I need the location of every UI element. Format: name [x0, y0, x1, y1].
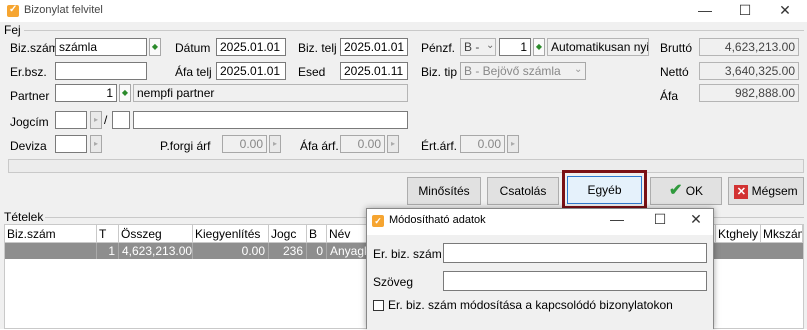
ok-button-label: OK: [685, 184, 704, 198]
cell-nev: Anyagk: [327, 243, 371, 259]
dialog-close-button[interactable]: ✕: [681, 211, 711, 228]
partner-label: Partner: [10, 89, 50, 103]
datum-label: Dátum: [175, 41, 211, 55]
minosites-button[interactable]: Minősítés: [407, 177, 481, 205]
szoveg-input[interactable]: [443, 271, 707, 291]
col-header-mkszam[interactable]: Mkszám: [761, 225, 803, 243]
jogcim-name-field[interactable]: [133, 111, 408, 129]
cell-t: 1: [97, 243, 119, 259]
deviza-picker[interactable]: ▸: [90, 135, 102, 153]
close-button[interactable]: ✕: [770, 2, 800, 19]
deviza-field[interactable]: [55, 135, 87, 153]
er-biz-szam-input[interactable]: [443, 243, 707, 263]
esed-field[interactable]: 2025.01.11: [340, 62, 408, 80]
cell-bizszam: [5, 243, 97, 259]
check-icon: ✔: [668, 182, 683, 199]
modositas-checkbox-label[interactable]: Er. biz. szám módosítása a kapcsolódó bi…: [388, 298, 673, 312]
penzf-number-field[interactable]: 1: [499, 38, 531, 56]
cell-jogc: 236: [269, 243, 307, 259]
brutto-label: Bruttó: [660, 41, 693, 55]
esed-label: Esed: [298, 65, 326, 79]
biz-telj-field[interactable]: 2025.01.01: [340, 38, 408, 56]
modosithato-adatok-dialog: ✓ Módosítható adatok — ☐ ✕ Er. biz. szám…: [366, 208, 714, 330]
maximize-button[interactable]: ☐: [730, 2, 760, 19]
ert-arf-picker[interactable]: ▸: [507, 135, 519, 153]
netto-label: Nettó: [660, 65, 689, 79]
biz-szam-field[interactable]: számla: [55, 38, 147, 56]
jogcim-picker-1[interactable]: ▸: [90, 111, 102, 129]
pforgi-field[interactable]: 0.00: [222, 135, 267, 153]
csatolas-button[interactable]: Csatolás: [487, 177, 559, 205]
deviza-label: Deviza: [10, 139, 47, 153]
partner-picker[interactable]: ◆: [119, 84, 131, 102]
col-header-b[interactable]: B: [307, 225, 327, 243]
afa-arf-picker[interactable]: ▸: [387, 135, 399, 153]
netto-value: 3,640,325.00: [699, 62, 799, 80]
jogcim-separator: /: [104, 113, 108, 127]
biz-szam-label: Biz.szám: [10, 41, 59, 55]
fej-divider: [24, 30, 804, 31]
col-header-osszeg[interactable]: Összeg: [119, 225, 193, 243]
er-bsz-label: Er.bsz.: [10, 65, 47, 79]
tetelek-section-label: Tételek: [4, 210, 44, 224]
partner-name-field: nempfi partner: [133, 84, 408, 102]
cell-kiegyenlites: 0.00: [193, 243, 269, 259]
cell-osszeg: 4,623,213.00: [119, 243, 193, 259]
jogcim-label: Jogcím: [10, 115, 49, 129]
col-header-nev[interactable]: Név: [327, 225, 367, 243]
biz-tip-select[interactable]: B - Bejövő számla: [460, 62, 586, 80]
cancel-x-icon: ✕: [734, 184, 749, 199]
afa-telj-label: Áfa telj: [175, 65, 212, 79]
modositas-checkbox[interactable]: [373, 300, 384, 311]
afa-arf-field[interactable]: 0.00: [340, 135, 385, 153]
dialog-app-icon: ✓: [372, 215, 384, 227]
cell-b: 0: [307, 243, 327, 259]
afa-value: 982,888.00: [699, 84, 799, 102]
afa-arf-label: Áfa árf.: [300, 139, 339, 153]
ok-button[interactable]: ✔ OK: [650, 177, 722, 205]
afa-telj-field[interactable]: 2025.01.01: [216, 62, 286, 80]
biz-szam-picker[interactable]: ◆: [149, 38, 161, 56]
datum-field[interactable]: 2025.01.01: [216, 38, 286, 56]
partner-number-field[interactable]: 1: [55, 84, 117, 102]
penzf-label: Pénzf.: [421, 41, 456, 55]
biz-tip-chevron-down-icon[interactable]: ⌄: [574, 64, 582, 75]
megsem-button[interactable]: ✕ Mégsem: [728, 177, 804, 205]
app-icon: [7, 4, 19, 17]
brutto-value: 4,623,213.00: [699, 38, 799, 56]
jogcim-field-2[interactable]: [112, 111, 130, 129]
col-header-ktghely[interactable]: Ktghely: [715, 225, 761, 243]
jogcim-field-1[interactable]: [55, 111, 87, 129]
penzf-chevron-down-icon[interactable]: ⌄: [486, 40, 494, 51]
dialog-title: Módosítható adatok: [389, 214, 486, 226]
biz-tip-label: Biz. tip: [421, 65, 458, 79]
pforgi-label: P.forgi árf: [160, 139, 211, 153]
szoveg-label: Szöveg: [373, 275, 414, 289]
col-header-jogc[interactable]: Jogc: [269, 225, 307, 243]
status-strip: [8, 159, 804, 173]
egyeb-button[interactable]: Egyéb: [567, 176, 642, 204]
er-biz-szam-label: Er. biz. szám: [373, 247, 442, 261]
col-header-t[interactable]: T: [97, 225, 119, 243]
dialog-maximize-button[interactable]: ☐: [645, 211, 675, 228]
penzf-name-field: Automatikusan nyito: [547, 38, 649, 56]
dialog-body: Er. biz. szám Szöveg Er. biz. szám módos…: [367, 235, 713, 330]
minimize-button[interactable]: —: [690, 2, 720, 18]
megsem-button-label: Mégsem: [751, 184, 798, 198]
col-header-bizszam[interactable]: Biz.szám: [5, 225, 97, 243]
ert-arf-label: Ért.árf.: [421, 139, 458, 153]
ert-arf-field[interactable]: 0.00: [460, 135, 505, 153]
pforgi-picker[interactable]: ▸: [269, 135, 281, 153]
window-title: Bizonylat felvitel: [24, 4, 103, 16]
biz-telj-label: Biz. telj: [298, 41, 337, 55]
penzf-picker[interactable]: ◆: [533, 38, 545, 56]
er-bsz-field[interactable]: [55, 62, 147, 80]
title-bar: Bizonylat felvitel — ☐ ✕: [0, 0, 807, 22]
fej-section-label: Fej: [4, 23, 21, 37]
col-header-kiegyenlites[interactable]: Kiegyenlítés: [193, 225, 269, 243]
dialog-minimize-button[interactable]: —: [602, 211, 632, 227]
afa-label: Áfa: [660, 89, 679, 103]
